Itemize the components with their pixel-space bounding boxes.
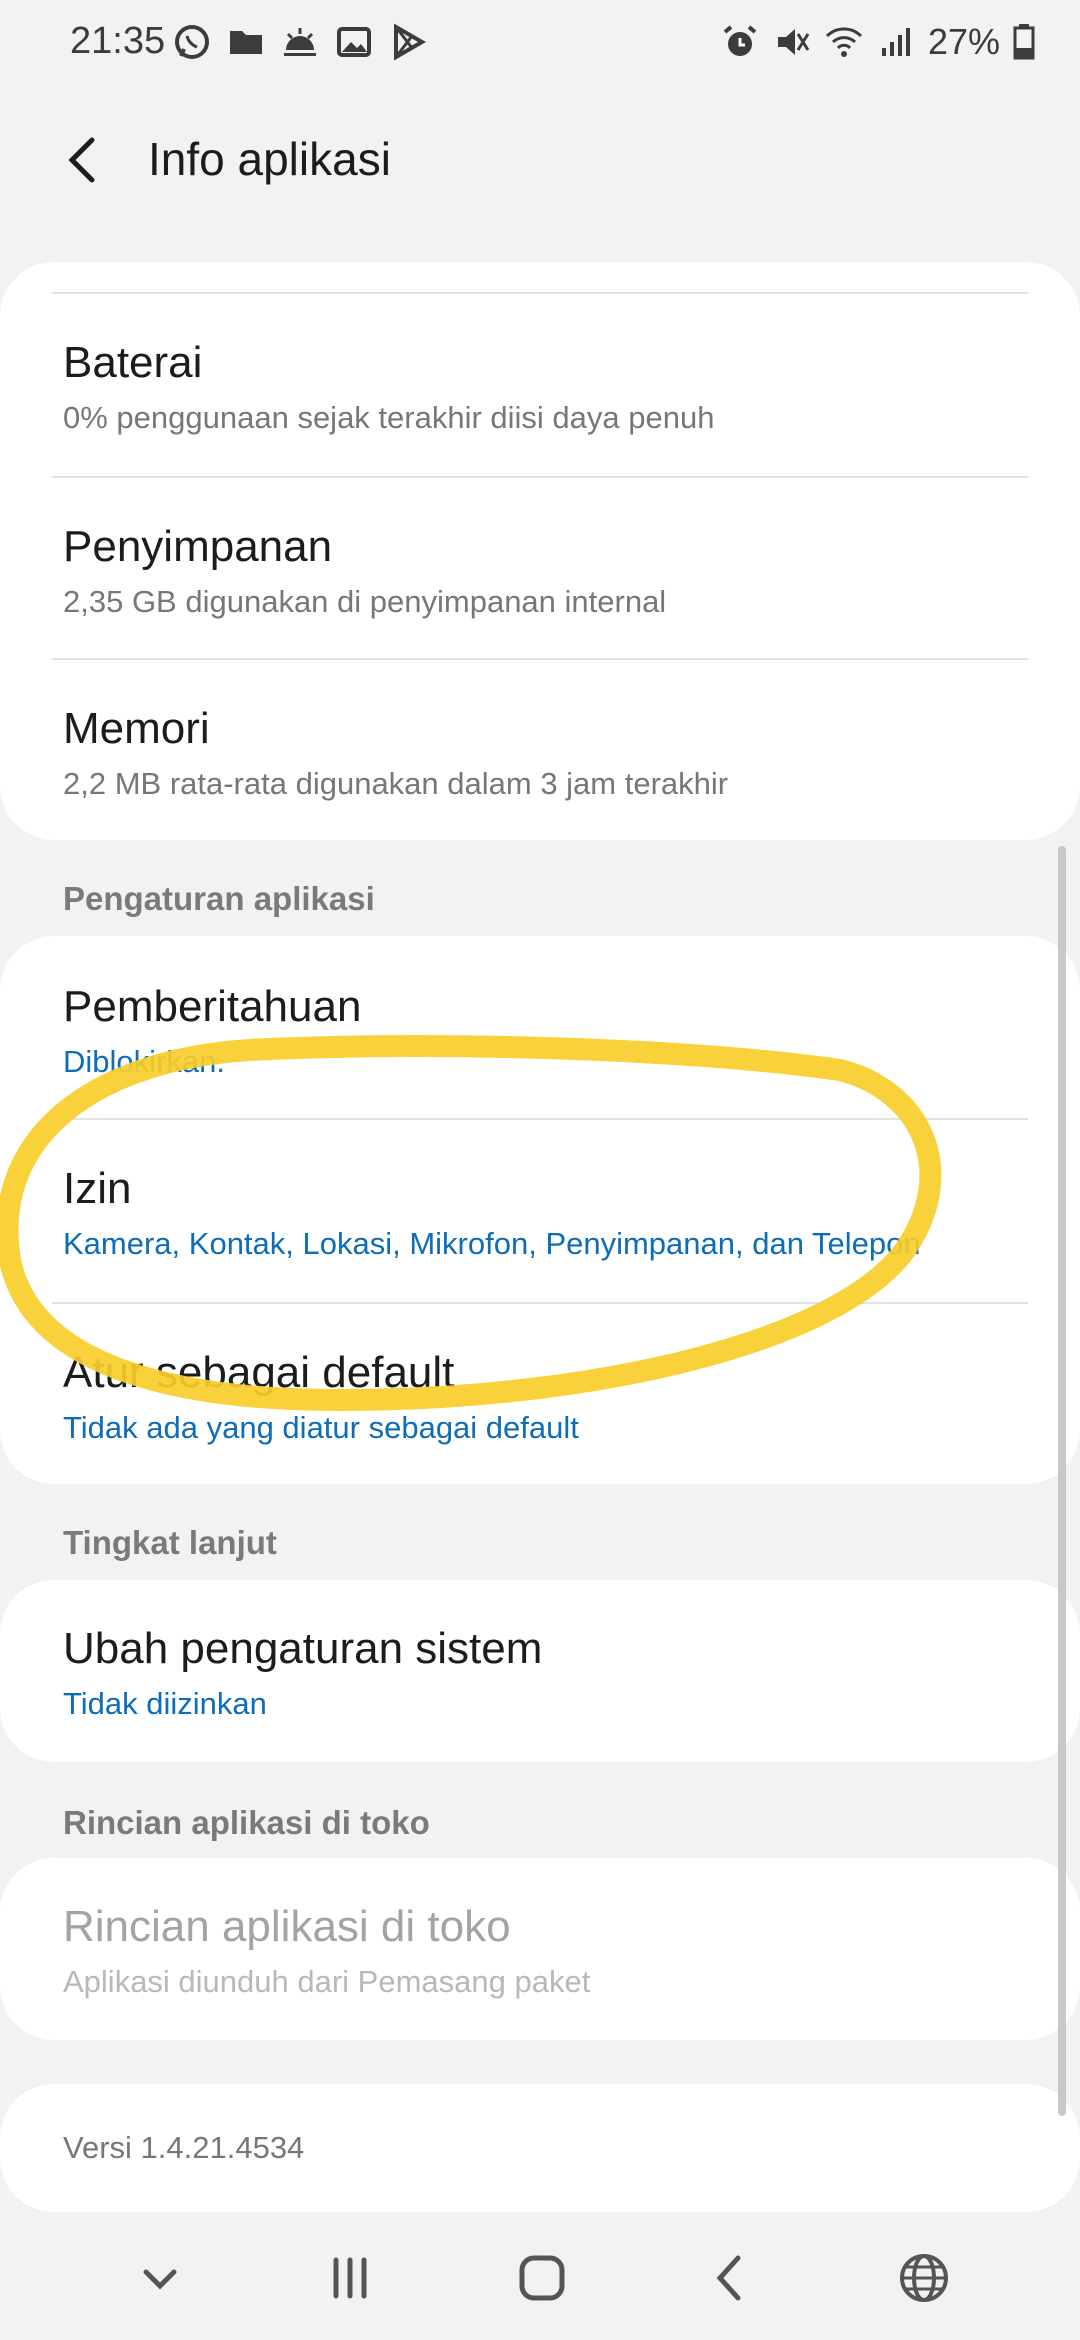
storage-row[interactable]: Penyimpanan 2,35 GB digunakan di penyimp… [0, 478, 1080, 660]
back-icon[interactable] [694, 2240, 770, 2316]
row-subtitle: Diblokirkan. [63, 1044, 225, 1079]
alarm-icon [723, 25, 757, 56]
status-time: 21:35 [70, 20, 166, 62]
row-title: Rincian aplikasi di toko [63, 1902, 511, 1951]
notifications-row[interactable]: Pemberitahuan Diblokirkan. [0, 936, 1080, 1118]
app-bar: Info aplikasi [0, 110, 1080, 210]
row-title: Pemberitahuan [63, 982, 362, 1031]
wifi-icon [825, 27, 862, 57]
battery-row[interactable]: Baterai 0% penggunaan sejak terakhir dii… [0, 294, 1080, 476]
advanced-card: Ubah pengaturan sistem Tidak diizinkan [0, 1580, 1080, 1762]
weather-icon [284, 28, 316, 56]
language-icon[interactable] [886, 2240, 962, 2316]
version-text: Versi 1.4.21.4534 [63, 2130, 305, 2165]
home-icon[interactable] [504, 2240, 580, 2316]
store-details-row: Rincian aplikasi di toko Aplikasi diundu… [0, 1858, 1080, 2040]
row-subtitle: 0% penggunaan sejak terakhir diisi daya … [63, 400, 715, 435]
whatsapp-icon [175, 25, 209, 59]
play-store-icon [394, 23, 427, 61]
row-subtitle: Aplikasi diunduh dari Pemasang paket [63, 1964, 591, 1999]
store-card: Rincian aplikasi di toko Aplikasi diundu… [0, 1858, 1080, 2040]
system-status-icons: 27% [720, 20, 1036, 64]
app-settings-card: Pemberitahuan Diblokirkan. Izin Kamera, … [0, 936, 1080, 1484]
modify-system-settings-row[interactable]: Ubah pengaturan sistem Tidak diizinkan [0, 1580, 1080, 1762]
row-title: Ubah pengaturan sistem [63, 1624, 543, 1673]
back-arrow-icon[interactable] [52, 128, 116, 192]
recents-icon[interactable] [312, 2240, 388, 2316]
version-card: Versi 1.4.21.4534 [0, 2084, 1080, 2212]
section-label-advanced: Tingkat lanjut [63, 1524, 277, 1561]
row-title: Atur sebagai default [63, 1348, 455, 1397]
notification-icons [172, 20, 428, 64]
page-title: Info aplikasi [148, 133, 391, 185]
set-default-row[interactable]: Atur sebagai default Tidak ada yang diat… [0, 1304, 1080, 1484]
status-bar: 21:35 27% [0, 0, 1080, 84]
folder-icon [230, 31, 262, 54]
permissions-row[interactable]: Izin Kamera, Kontak, Lokasi, Mikrofon, P… [0, 1120, 1080, 1302]
row-title: Penyimpanan [63, 522, 333, 571]
section-label-app-settings: Pengaturan aplikasi [63, 880, 375, 917]
battery-percent: 27% [927, 21, 1000, 62]
section-label-store: Rincian aplikasi di toko [63, 1804, 430, 1841]
row-subtitle: 2,2 MB rata-rata digunakan dalam 3 jam t… [63, 766, 729, 801]
battery-icon [1013, 24, 1035, 60]
signal-icon [881, 28, 910, 56]
hide-keyboard-icon[interactable] [122, 2240, 198, 2316]
row-title: Baterai [63, 338, 203, 387]
row-subtitle: Tidak diizinkan [63, 1686, 267, 1721]
memory-row[interactable]: Memori 2,2 MB rata-rata digunakan dalam … [0, 660, 1080, 840]
usage-card: Baterai 0% penggunaan sejak terakhir dii… [0, 262, 1080, 840]
row-subtitle: 2,35 GB digunakan di penyimpanan interna… [63, 584, 667, 619]
row-title: Memori [63, 704, 210, 753]
navigation-bar [0, 2210, 1080, 2340]
mute-icon [777, 29, 810, 55]
row-subtitle: Kamera, Kontak, Lokasi, Mikrofon, Penyim… [63, 1226, 921, 1261]
scrollbar[interactable] [1058, 846, 1066, 2116]
row-subtitle: Tidak ada yang diatur sebagai default [63, 1410, 579, 1445]
gallery-icon [337, 27, 371, 57]
row-title: Izin [63, 1164, 132, 1213]
